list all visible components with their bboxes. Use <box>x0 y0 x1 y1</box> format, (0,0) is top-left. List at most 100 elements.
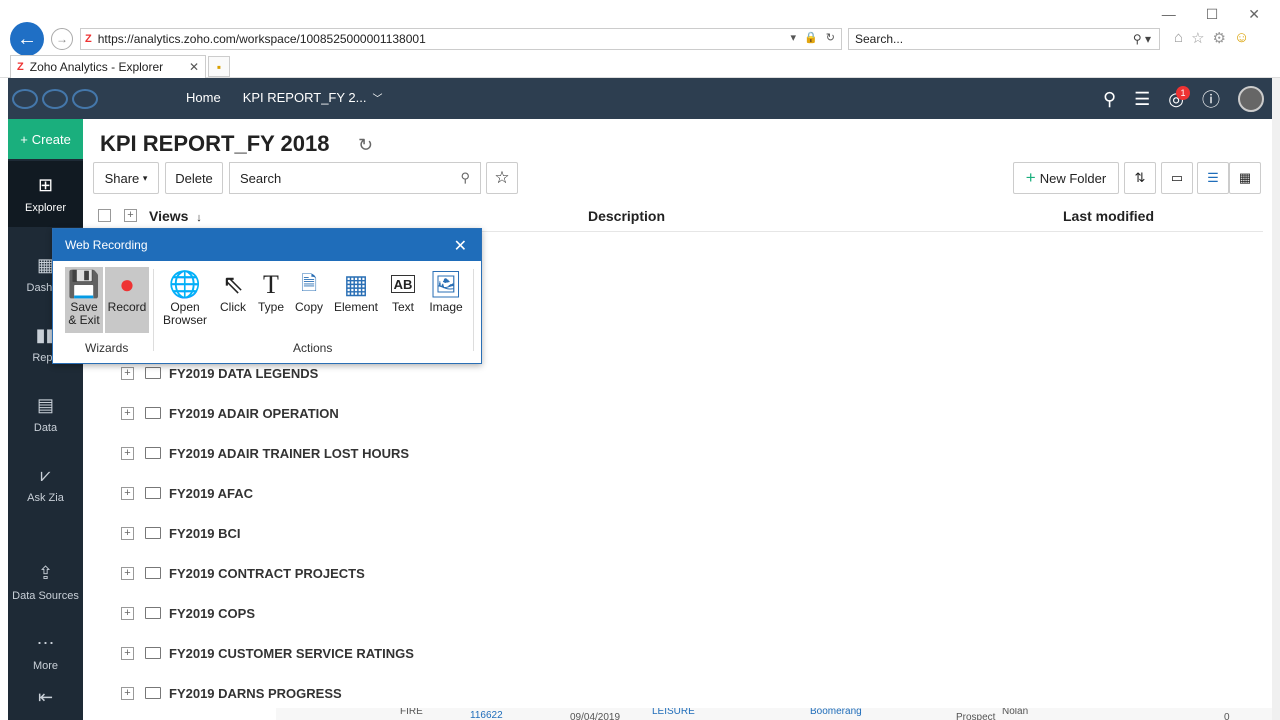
browser-chrome: — ☐ ✕ ← → Z https://analytics.zoho.com/w… <box>0 0 1280 78</box>
list-item[interactable]: + FY2019 DARNS PROGRESS <box>83 673 1272 713</box>
record-button[interactable]: ● Record <box>105 267 149 333</box>
sort-arrow-icon: ↓ <box>196 212 202 224</box>
list-item[interactable]: + FY2019 ADAIR TRAINER LOST HOURS <box>83 433 1272 473</box>
dialog-titlebar: Web Recording ✕ <box>53 229 481 261</box>
expand-all-icon[interactable]: + <box>124 209 137 222</box>
new-folder-label: New Folder <box>1039 170 1107 186</box>
maximize-icon[interactable]: ☐ <box>1206 6 1219 23</box>
favorites-star-icon[interactable]: ☆ <box>1191 29 1204 47</box>
folder-name: FY2019 ADAIR OPERATION <box>169 405 339 421</box>
web-recording-dialog: Web Recording ✕ 💾 Save & Exit ● Record 🌐… <box>52 228 482 364</box>
expand-icon[interactable]: + <box>121 526 134 540</box>
close-icon[interactable]: ✕ <box>454 236 467 256</box>
sidebar-item-data-sources[interactable]: ⇪ Data Sources <box>8 549 83 615</box>
image-button[interactable]: 🖼 Image <box>425 267 467 314</box>
expand-icon[interactable]: + <box>121 646 134 660</box>
search-icon[interactable]: ⚲ ▾ <box>1133 32 1151 46</box>
open-browser-label: Open Browser <box>162 300 207 327</box>
list-item[interactable]: + FY2019 BCI <box>83 513 1272 553</box>
smiley-icon[interactable]: ☺ <box>1234 29 1249 47</box>
cursor-icon: ⇖ <box>222 268 244 299</box>
refresh-icon[interactable]: ↻ <box>826 31 835 44</box>
expand-icon[interactable]: + <box>121 486 134 500</box>
search-input[interactable]: Search ⚲ <box>229 162 481 194</box>
new-tab-button[interactable]: ▪ <box>208 56 230 77</box>
create-button[interactable]: + Create <box>8 119 83 159</box>
refresh-icon[interactable]: ↻ <box>358 135 373 156</box>
list-item[interactable]: + FY2019 AFAC <box>83 473 1272 513</box>
folder-view-button[interactable]: ▭ <box>1161 162 1193 194</box>
tab-close-icon[interactable]: ✕ <box>189 60 199 74</box>
open-browser-button[interactable]: 🌐 Open Browser <box>159 267 211 327</box>
click-button[interactable]: ⇖ Click <box>215 267 251 314</box>
new-folder-button[interactable]: + New Folder <box>1013 162 1119 194</box>
browser-tab[interactable]: Z Zoho Analytics - Explorer ✕ <box>10 55 206 78</box>
settings-gear-icon[interactable]: ⚙ <box>1213 29 1226 47</box>
logo-mark-3 <box>72 89 98 109</box>
search-icon[interactable]: ⚲ <box>1103 89 1116 110</box>
expand-icon[interactable]: + <box>121 686 134 700</box>
bg-cell: FIRE <box>400 708 423 717</box>
copy-button[interactable]: 🗎 Copy <box>291 267 327 314</box>
collapse-icon: ⇤ <box>37 686 54 707</box>
dropdown-icon[interactable]: ▾ <box>791 31 797 44</box>
main-content: KPI REPORT_FY 2018 ↻ Share ▾ Delete Sear… <box>83 119 1272 720</box>
home-icon[interactable]: ⌂ <box>1174 29 1183 47</box>
folder-name: FY2019 AFAC <box>169 485 254 501</box>
data-table-icon: ▤ <box>36 394 54 415</box>
favorite-star-button[interactable]: ☆ <box>486 162 518 194</box>
expand-icon[interactable]: + <box>121 406 134 420</box>
nav-home[interactable]: Home <box>186 90 221 105</box>
element-label: Element <box>333 300 379 314</box>
url-text: https://analytics.zoho.com/workspace/100… <box>97 32 426 46</box>
column-header-views[interactable]: Views ↓ <box>149 208 202 224</box>
address-bar-controls: ▾ 🔒 ↻ <box>791 31 835 44</box>
tab-title: Zoho Analytics - Explorer <box>29 60 164 74</box>
group-separator <box>153 269 154 351</box>
chat-icon[interactable]: ☰ <box>1134 89 1150 110</box>
browser-toolbar: ⌂ ☆ ⚙ ☺ <box>1174 29 1249 47</box>
address-bar[interactable]: Z https://analytics.zoho.com/workspace/1… <box>80 28 842 50</box>
expand-icon[interactable]: + <box>121 566 134 580</box>
copy-icon: 🗎 <box>300 272 318 295</box>
minimize-icon[interactable]: — <box>1162 6 1176 23</box>
avatar[interactable] <box>1238 86 1264 112</box>
folder-name: FY2019 BCI <box>169 525 241 541</box>
forward-button[interactable]: → <box>51 28 73 50</box>
list-item[interactable]: + FY2019 CONTRACT PROJECTS <box>83 553 1272 593</box>
expand-icon[interactable]: + <box>121 446 134 460</box>
list-view-button[interactable]: ☰ <box>1197 162 1229 194</box>
sidebar-item-explorer[interactable]: ⊞ Explorer <box>8 161 83 227</box>
collapse-sidebar-button[interactable]: ⇤ <box>8 664 83 720</box>
nav-workspace[interactable]: KPI REPORT_FY 2... ﹀ <box>243 90 383 105</box>
lock-icon[interactable]: 🔒 <box>804 31 818 44</box>
help-icon[interactable]: ⓘ <box>1202 86 1220 112</box>
group-separator <box>473 269 474 351</box>
close-window-icon[interactable]: ✕ <box>1248 6 1260 23</box>
select-all-checkbox[interactable] <box>98 209 111 222</box>
list-item[interactable]: + FY2019 COPS <box>83 593 1272 633</box>
type-button[interactable]: T Type <box>255 267 287 314</box>
back-button[interactable]: ← <box>10 22 44 56</box>
browser-search-input[interactable]: Search... ⚲ ▾ <box>848 28 1160 50</box>
header-icons: ⚲ ☰ ◎ 1 ⓘ <box>1103 85 1264 112</box>
share-button[interactable]: Share ▾ <box>93 162 159 194</box>
column-header-last-modified[interactable]: Last modified <box>1063 208 1154 224</box>
header-nav: Home KPI REPORT_FY 2... ﹀ <box>186 90 382 105</box>
list-item[interactable]: + FY2019 CUSTOMER SERVICE RATINGS <box>83 633 1272 673</box>
notification-icon[interactable]: ◎ 1 <box>1168 85 1190 110</box>
delete-button[interactable]: Delete <box>165 162 223 194</box>
explorer-icon: ⊞ <box>37 174 54 195</box>
list-item[interactable]: + FY2019 ADAIR OPERATION <box>83 393 1272 433</box>
text-button[interactable]: AB Text <box>385 267 421 314</box>
expand-icon[interactable]: + <box>121 606 134 620</box>
sidebar-item-ask-zia[interactable]: ⩗ Ask Zia <box>8 451 83 517</box>
background-table-row: FIRE 116622 09/04/2019 LEISURE Boomerang… <box>276 708 1272 720</box>
expand-icon[interactable]: + <box>121 366 134 380</box>
save-exit-button[interactable]: 💾 Save & Exit <box>65 267 103 333</box>
sort-button[interactable]: ⇅ <box>1124 162 1156 194</box>
grid-view-button[interactable]: ▦ <box>1229 162 1261 194</box>
element-button[interactable]: ▦ Element <box>331 267 381 314</box>
sidebar-item-data[interactable]: ▤ Data <box>8 381 83 447</box>
zoho-favicon-icon: Z <box>85 33 92 45</box>
